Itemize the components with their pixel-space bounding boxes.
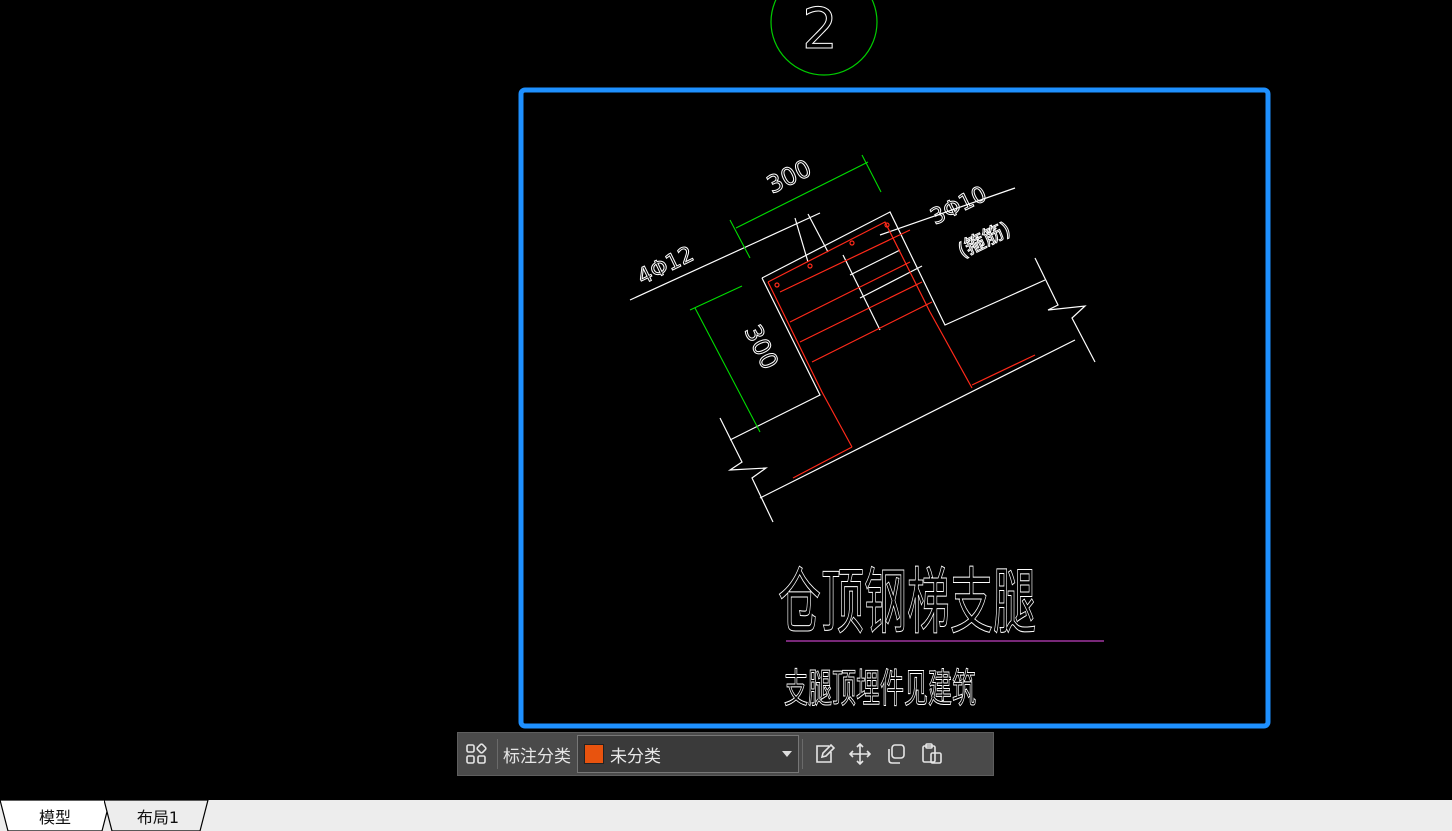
tab-model-label: 模型 (38, 807, 71, 827)
quick-select-button[interactable] (458, 736, 494, 772)
move-icon (848, 742, 872, 766)
move-annotation-button[interactable] (842, 736, 878, 772)
toolbar-separator (802, 739, 803, 769)
layout-tab-bar: 模型 布局1 (0, 800, 1452, 831)
dimension-lines[interactable] (689, 154, 882, 433)
chevron-down-icon (782, 751, 792, 757)
dim-left-text: 300 (739, 320, 784, 373)
category-select[interactable]: 未分类 (577, 735, 799, 773)
category-color-swatch (584, 744, 604, 764)
drawing-canvas[interactable]: 2 300 300 4Φ12 3Φ10 (箍筋) 仓顶钢梯支腿 支腿顶埋件见建筑 (0, 0, 1452, 800)
tab-model[interactable]: 模型 (0, 800, 110, 831)
detail-bubble[interactable]: 2 (770, 0, 878, 76)
annotation-toolbar: 标注分类 未分类 (457, 732, 994, 776)
detail-title: 仓顶钢梯支腿 (778, 560, 1036, 644)
toolbar-separator (497, 739, 498, 769)
grid-select-icon (466, 743, 487, 764)
edit-icon (816, 743, 835, 763)
section-detail[interactable] (629, 187, 1096, 523)
edit-annotation-button[interactable] (806, 736, 842, 772)
detail-subtitle: 支腿顶埋件见建筑 (784, 666, 976, 712)
paste-icon (922, 743, 942, 764)
tab-layout1-label: 布局1 (136, 807, 180, 827)
copy-annotation-button[interactable] (878, 736, 914, 772)
rebar-stirrup-note: (箍筋) (954, 217, 1015, 263)
bubble-number: 2 (802, 0, 838, 62)
category-label: 标注分类 (503, 746, 571, 767)
copy-icon (888, 744, 905, 764)
tab-layout1[interactable]: 布局1 (104, 800, 212, 831)
paste-annotation-button[interactable] (914, 736, 950, 772)
category-value: 未分类 (610, 746, 661, 767)
rebar-stirrup-text: 3Φ10 (927, 182, 991, 230)
